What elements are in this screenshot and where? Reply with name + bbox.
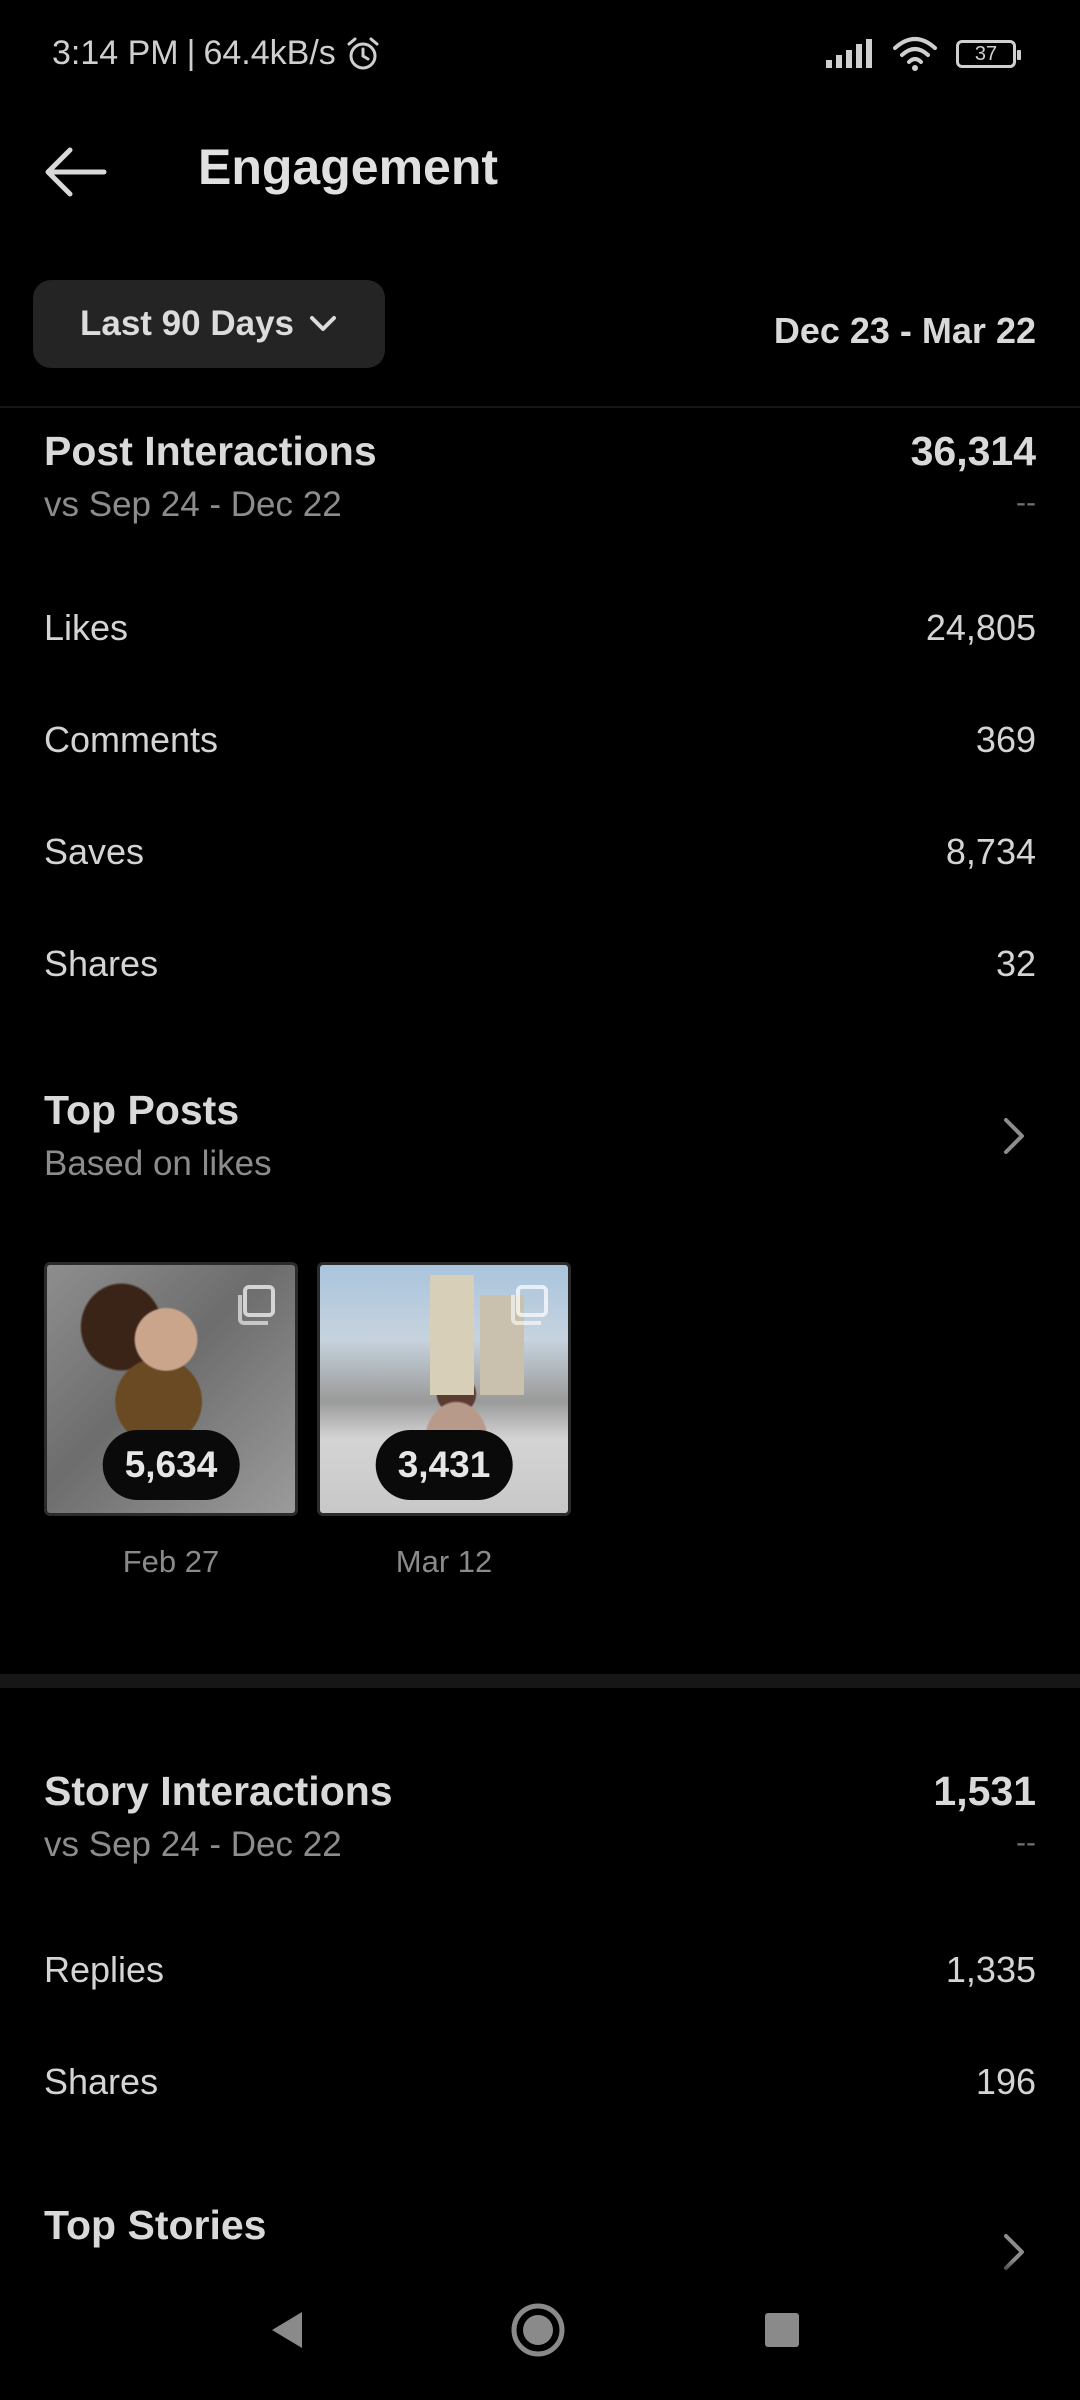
date-range-text: Dec 23 - Mar 22 — [773, 310, 1036, 351]
back-button[interactable] — [40, 142, 110, 202]
post-like-count: 5,634 — [102, 1430, 240, 1500]
post-interactions-title: Post Interactions — [44, 428, 377, 474]
wifi-icon — [893, 37, 937, 71]
status-time: 3:14 PM — [52, 34, 179, 72]
story-interactions-change: -- — [1016, 1826, 1036, 1859]
status-bar: 3:14 PM | 64.4kB/s 37 — [0, 0, 1080, 110]
post-interactions-header: Post Interactions vs Sep 24 - Dec 22 36,… — [44, 428, 1036, 525]
signal-icon — [826, 39, 872, 68]
top-stories-header[interactable]: Top Stories — [44, 2202, 1036, 2249]
metric-label: Comments — [44, 719, 219, 760]
metric-row-shares: Shares 32 — [44, 934, 1036, 994]
carousel-icon — [238, 1285, 275, 1325]
battery-icon: 37 — [956, 40, 1021, 68]
status-left: 3:14 PM | 64.4kB/s — [52, 34, 382, 73]
post-interactions-total: 36,314 — [910, 428, 1036, 474]
divider — [0, 406, 1080, 408]
top-posts-subtitle: Based on likes — [44, 1144, 272, 1183]
top-post-thumbnail[interactable]: 3,431 — [317, 1262, 571, 1516]
nav-home-icon[interactable] — [508, 2300, 568, 2360]
metric-row-replies: Replies 1,335 — [44, 1940, 1036, 2000]
carousel-icon — [511, 1285, 548, 1325]
metric-value: 196 — [975, 2061, 1036, 2102]
page-title: Engagement — [198, 139, 499, 195]
nav-back-icon[interactable] — [258, 2300, 318, 2360]
metric-row-shares: Shares 196 — [44, 2052, 1036, 2112]
battery-level: 37 — [974, 42, 998, 65]
post-like-count: 3,431 — [375, 1430, 513, 1500]
status-right: 37 — [824, 36, 1021, 72]
building-shape — [430, 1275, 474, 1395]
alarm-icon — [347, 37, 379, 69]
system-nav-bar — [0, 2270, 1080, 2400]
date-range-dropdown-label: Last 90 Days — [79, 304, 295, 343]
chevron-right-icon[interactable] — [998, 1116, 1028, 1156]
metric-value: 8,734 — [945, 831, 1036, 872]
metric-label: Replies — [44, 1949, 165, 1990]
nav-recents-icon[interactable] — [752, 2300, 812, 2360]
post-interactions-comparison: vs Sep 24 - Dec 22 — [44, 485, 342, 524]
post-interactions-change: -- — [1016, 486, 1036, 519]
story-interactions-total: 1,531 — [933, 1768, 1036, 1814]
status-separator: | — [186, 34, 196, 72]
metric-label: Shares — [44, 943, 159, 984]
metric-label: Saves — [44, 831, 145, 872]
story-interactions-comparison: vs Sep 24 - Dec 22 — [44, 1825, 342, 1864]
metric-label: Shares — [44, 2061, 159, 2102]
metric-value: 32 — [995, 943, 1036, 984]
network-speed: 64.4kB/s — [203, 34, 336, 72]
post-date: Feb 27 — [122, 1544, 220, 1579]
metric-row-likes: Likes 24,805 — [44, 598, 1036, 658]
story-interactions-header: Story Interactions vs Sep 24 - Dec 22 1,… — [44, 1768, 1036, 1865]
metric-label: Likes — [44, 607, 129, 648]
date-range-dropdown[interactable]: Last 90 Days — [33, 280, 385, 368]
metric-value: 24,805 — [925, 607, 1036, 648]
header: Engagement — [0, 120, 1080, 220]
section-divider — [0, 1674, 1080, 1688]
top-post-thumbnail[interactable]: 5,634 — [44, 1262, 298, 1516]
metric-value: 369 — [975, 719, 1036, 760]
top-posts-header[interactable]: Top Posts Based on likes — [44, 1087, 1036, 1184]
top-stories-title: Top Stories — [44, 2202, 267, 2248]
chevron-down-icon — [310, 316, 337, 331]
story-interactions-title: Story Interactions — [44, 1768, 393, 1814]
metric-row-saves: Saves 8,734 — [44, 822, 1036, 882]
top-posts-title: Top Posts — [44, 1087, 240, 1133]
metric-value: 1,335 — [945, 1949, 1036, 1990]
metric-row-comments: Comments 369 — [44, 710, 1036, 770]
post-date: Mar 12 — [395, 1544, 493, 1579]
